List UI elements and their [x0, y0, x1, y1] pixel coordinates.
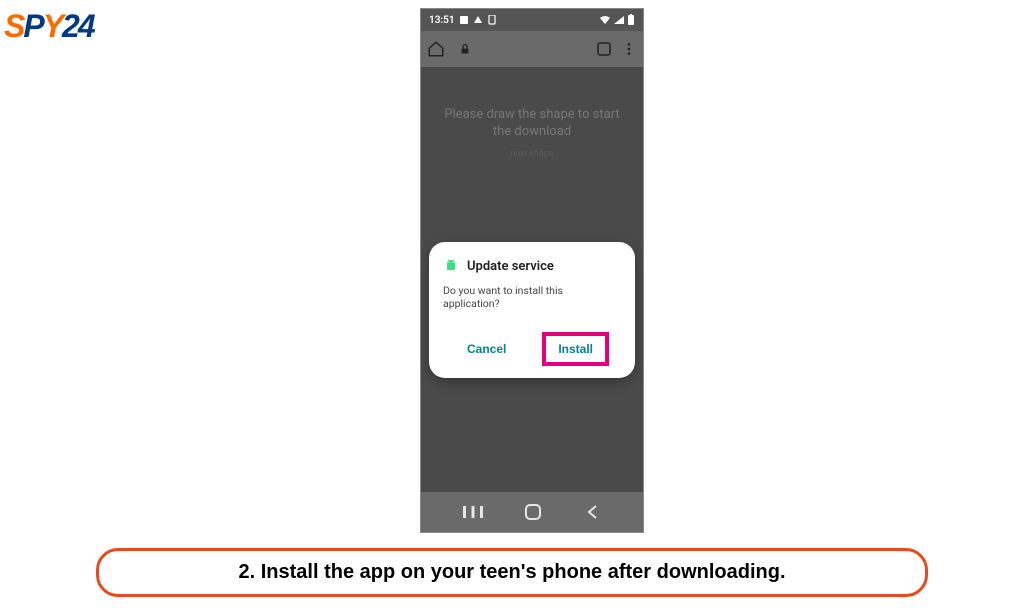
browser-bar [421, 31, 643, 67]
tabs-icon[interactable] [595, 40, 613, 58]
dialog-header: Update service [443, 258, 621, 274]
dialog-title: Update service [467, 259, 554, 274]
logo-letter-s: S [4, 8, 23, 44]
logo-number: 24 [62, 8, 94, 44]
lock-icon [459, 43, 471, 55]
dialog-message: Do you want to install this application? [443, 284, 621, 310]
install-dialog: Update service Do you want to install th… [429, 242, 635, 378]
spy24-logo: SPY24 [4, 8, 94, 45]
android-icon [443, 258, 459, 274]
heading-line-1: Please draw the shape to start [444, 107, 619, 124]
caption-text: 2. Install the app on your teen's phone … [238, 561, 785, 583]
install-button[interactable]: Install [546, 336, 605, 362]
instruction-caption: 2. Install the app on your teen's phone … [96, 548, 928, 597]
install-highlight-box: Install [542, 332, 609, 366]
status-left: 13:51 [429, 15, 497, 26]
logo-letter-y: Y [43, 8, 62, 44]
back-button[interactable] [584, 503, 602, 521]
logo-letter-p: P [23, 8, 42, 44]
address-bar[interactable] [453, 43, 587, 55]
new-shape-link: new shape [510, 149, 553, 159]
page-heading: Please draw the shape to start the downl… [432, 107, 631, 141]
dialog-actions: Cancel Install [443, 332, 621, 366]
menu-icon[interactable] [621, 41, 637, 57]
status-right [599, 14, 635, 26]
status-time: 13:51 [429, 15, 455, 26]
wifi-icon [599, 15, 611, 25]
home-button[interactable] [524, 503, 542, 521]
cancel-button[interactable]: Cancel [455, 336, 518, 362]
battery-icon [627, 14, 635, 26]
recent-apps-button[interactable] [463, 504, 483, 520]
heading-line-2: the download [444, 124, 619, 141]
phone-frame: 13:51 Please draw the shape to start the… [420, 8, 644, 533]
status-app-icon [459, 15, 469, 25]
home-icon[interactable] [427, 40, 445, 58]
status-notification-icon [487, 15, 497, 25]
page-content: Please draw the shape to start the downl… [421, 67, 643, 492]
status-warning-icon [473, 15, 483, 25]
navigation-bar [421, 492, 643, 532]
status-bar: 13:51 [421, 9, 643, 31]
signal-icon [613, 15, 625, 25]
